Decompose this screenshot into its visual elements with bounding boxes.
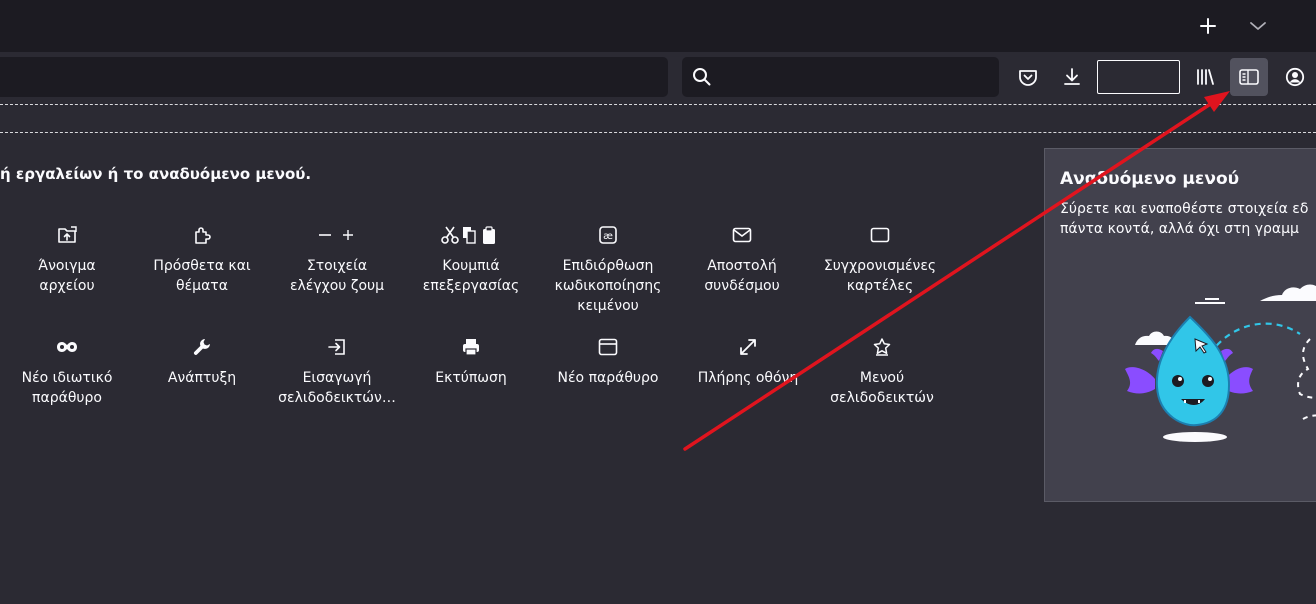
palette-item-import-bookmarks[interactable]: Εισαγωγή σελιδοδεικτών… bbox=[272, 332, 402, 408]
palette-item-open-file[interactable]: Άνοιγμα αρχείου bbox=[2, 220, 132, 296]
palette-item-label: Μενού σελιδοδεικτών bbox=[830, 370, 934, 406]
open-file-icon bbox=[58, 226, 77, 243]
private-window-icon bbox=[57, 342, 77, 352]
palette-item-label: Ανάπτυξη bbox=[167, 370, 237, 386]
palette-item-addons[interactable]: Πρόσθετα και θέματα bbox=[137, 220, 267, 296]
addons-icon bbox=[195, 227, 211, 244]
overflow-menu-panel: Αναδυόμενο μενού Σύρετε και εναποθέστε σ… bbox=[1044, 148, 1316, 502]
palette-item-label: Στοιχεία ελέγχου ζουμ bbox=[289, 258, 385, 294]
overflow-panel-description: Σύρετε και εναποθέστε στοιχεία εδ πάντα … bbox=[1060, 201, 1309, 237]
downloads-button[interactable] bbox=[1054, 59, 1090, 95]
chevron-down-icon bbox=[1250, 22, 1266, 30]
palette-item-edit-controls[interactable]: Κουμπιά επεξεργασίας bbox=[406, 220, 536, 296]
palette-item-label: Κουμπιά επεξεργασίας bbox=[422, 258, 520, 294]
palette-item-private-window[interactable]: Νέο ιδιωτικό παράθυρο bbox=[2, 332, 132, 408]
sidebar-icon bbox=[1239, 69, 1259, 85]
flexible-space[interactable] bbox=[1097, 60, 1180, 94]
navigation-toolbar bbox=[0, 52, 1316, 102]
palette-item-bookmarks-menu[interactable]: Μενού σελιδοδεικτών bbox=[817, 332, 947, 408]
url-bar[interactable] bbox=[0, 57, 668, 97]
customize-palette: Άνοιγμα αρχείου Πρόσθετα και θέματα Στοι… bbox=[0, 220, 1000, 440]
customize-instruction: ή εργαλείων ή το αναδυόμενο μενού. bbox=[0, 165, 312, 183]
pocket-icon bbox=[1019, 70, 1037, 86]
palette-item-label: Πλήρης οθόνη bbox=[697, 370, 799, 386]
palette-item-zoom-controls[interactable]: Στοιχεία ελέγχου ζουμ bbox=[272, 220, 402, 296]
palette-item-email-link[interactable]: Αποστολή συνδέσμου bbox=[677, 220, 807, 296]
palette-item-fullscreen[interactable]: Πλήρης οθόνη bbox=[683, 332, 813, 388]
tab-bar bbox=[0, 0, 1316, 52]
palette-item-label: Επιδιόρθωση κωδικοποίησης κειμένου bbox=[554, 258, 662, 314]
plus-icon bbox=[1200, 18, 1216, 34]
palette-item-new-window[interactable]: Νέο παράθυρο bbox=[543, 332, 673, 388]
palette-item-label: Νέο ιδιωτικό παράθυρο bbox=[21, 370, 113, 406]
palette-item-label: Εισαγωγή σελιδοδεικτών… bbox=[278, 370, 396, 406]
library-button[interactable] bbox=[1187, 59, 1223, 95]
palette-item-label: Πρόσθετα και θέματα bbox=[153, 258, 251, 294]
palette-item-print[interactable]: Εκτύπωση bbox=[406, 332, 536, 388]
import-icon bbox=[328, 339, 345, 355]
new-tab-button[interactable] bbox=[1190, 8, 1226, 44]
pocket-button[interactable] bbox=[1010, 59, 1046, 95]
palette-item-text-encoding[interactable]: æ Επιδιόρθωση κωδικοποίησης κειμένου bbox=[543, 220, 673, 316]
wrench-icon bbox=[193, 339, 210, 355]
palette-item-synced-tabs[interactable]: Συγχρονισμένες καρτέλες bbox=[815, 220, 945, 296]
bookmarks-menu-icon bbox=[873, 338, 891, 356]
email-link-icon bbox=[732, 227, 752, 243]
palette-item-label: Νέο παράθυρο bbox=[557, 370, 659, 386]
edit-controls-icon bbox=[441, 226, 495, 244]
library-icon bbox=[1197, 69, 1214, 85]
dragon-illustration bbox=[1125, 284, 1316, 442]
sidebar-button[interactable] bbox=[1230, 58, 1268, 96]
palette-item-label: Αποστολή συνδέσμου bbox=[704, 258, 780, 294]
palette-item-label: Εκτύπωση bbox=[435, 370, 507, 386]
search-bar[interactable] bbox=[682, 57, 999, 97]
fullscreen-icon bbox=[740, 339, 756, 355]
new-window-icon bbox=[598, 338, 618, 356]
overflow-panel-title: Αναδυόμενο μενού bbox=[1060, 169, 1240, 189]
palette-item-developer[interactable]: Ανάπτυξη bbox=[137, 332, 267, 388]
search-icon bbox=[693, 68, 711, 86]
text-encoding-icon: æ bbox=[599, 226, 617, 244]
toolbar-drop-zone-border bbox=[0, 104, 1316, 105]
palette-item-label: Συγχρονισμένες καρτέλες bbox=[823, 258, 937, 294]
synced-tabs-icon bbox=[870, 227, 890, 243]
download-icon bbox=[1064, 68, 1080, 85]
account-button[interactable] bbox=[1277, 59, 1313, 95]
account-icon bbox=[1285, 67, 1305, 87]
print-icon bbox=[463, 339, 479, 356]
bookmarks-drop-zone-border bbox=[0, 132, 1316, 133]
palette-item-label: Άνοιγμα αρχείου bbox=[38, 258, 96, 294]
svg-text:æ: æ bbox=[603, 231, 613, 242]
zoom-controls-icon bbox=[319, 230, 353, 240]
list-all-tabs-button[interactable] bbox=[1240, 8, 1276, 44]
